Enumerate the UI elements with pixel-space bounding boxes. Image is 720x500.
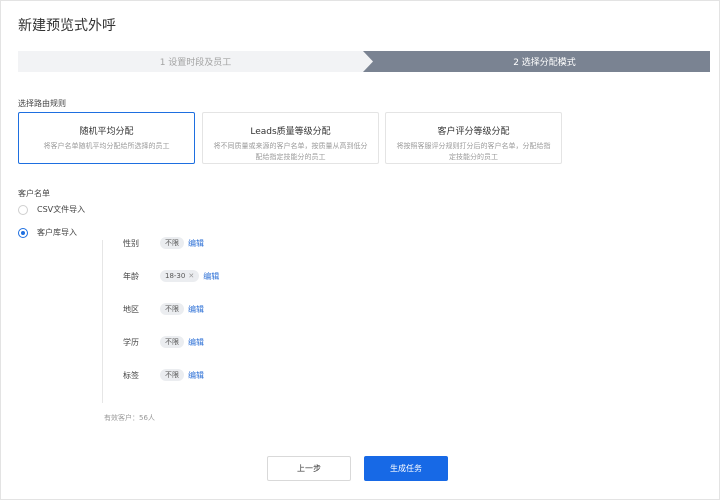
radio-button[interactable] <box>18 204 28 215</box>
filter-row-tags: 标签 不限 编辑 <box>123 369 204 381</box>
filter-tag-text: 18-30 <box>165 272 186 280</box>
routing-label: 选择路由规则 <box>18 99 66 108</box>
route-option-title: 客户评分等级分配 <box>437 127 510 137</box>
route-option-score[interactable]: 客户评分等级分配 将按照客服评分规则打分后的客户名单，分配给指定技能分的员工 <box>385 112 562 164</box>
prev-button[interactable]: 上一步 <box>267 456 351 481</box>
generate-task-button[interactable]: 生成任务 <box>364 456 448 481</box>
step-2[interactable]: 2 选择分配模式 <box>363 51 710 72</box>
filter-key: 标签 <box>123 370 139 380</box>
filter-row-education: 学历 不限 编辑 <box>123 336 204 348</box>
edit-link[interactable]: 编辑 <box>188 337 204 348</box>
radio-button[interactable] <box>18 227 28 238</box>
filter-tag-text: 不限 <box>165 338 179 346</box>
filter-row-region: 地区 不限 编辑 <box>123 303 204 315</box>
filter-tag: 不限 <box>160 336 184 348</box>
filter-key: 地区 <box>123 304 139 314</box>
dialog-frame: 新建预览式外呼 1 设置时段及员工 2 选择分配模式 选择路由规则 随机平均分配… <box>0 0 720 500</box>
filter-key: 年龄 <box>123 271 139 281</box>
step-1[interactable]: 1 设置时段及员工 <box>18 51 373 72</box>
route-option-leads[interactable]: Leads质量等级分配 将不同质量或来源的客户名单，按质量从高到低分配给指定技能… <box>202 112 379 164</box>
filter-tag-text: 不限 <box>165 239 179 247</box>
filter-key: 性别 <box>123 238 139 248</box>
step-indicator: 1 设置时段及员工 2 选择分配模式 <box>18 51 710 72</box>
route-option-random[interactable]: 随机平均分配 将客户名单随机平均分配给所选择的员工 <box>18 112 195 164</box>
filter-divider <box>102 240 103 403</box>
valid-customer-count: 有效客户：56人 <box>104 414 155 422</box>
close-icon[interactable]: ✕ <box>188 272 194 280</box>
filter-tag: 18-30 ✕ <box>160 270 200 282</box>
filter-tag: 不限 <box>160 369 184 381</box>
route-option-desc: 将客户名单随机平均分配给所选择的员工 <box>43 142 170 150</box>
source-csv[interactable]: CSV文件导入 <box>18 204 85 215</box>
route-option-desc: 将按照客服评分规则打分后的客户名单，分配给指定技能分的员工 <box>396 142 551 161</box>
route-option-desc: 将不同质量或来源的客户名单，按质量从高到低分配给指定技能分的员工 <box>213 142 368 161</box>
filter-row-gender: 性别 不限 编辑 <box>123 237 204 249</box>
customer-list-label: 客户名单 <box>18 189 50 198</box>
source-customer-db[interactable]: 客户库导入 <box>18 227 77 238</box>
edit-link[interactable]: 编辑 <box>203 271 219 282</box>
filter-row-age: 年龄 18-30 ✕ 编辑 <box>123 270 219 282</box>
route-option-title: 随机平均分配 <box>79 127 134 137</box>
source-csv-label: CSV文件导入 <box>37 205 86 214</box>
page-title: 新建预览式外呼 <box>18 18 116 34</box>
filter-key: 学历 <box>123 337 139 347</box>
edit-link[interactable]: 编辑 <box>188 304 204 315</box>
filter-tag: 不限 <box>160 303 184 315</box>
filter-tag: 不限 <box>160 237 184 249</box>
edit-link[interactable]: 编辑 <box>188 370 204 381</box>
source-customer-db-label: 客户库导入 <box>37 228 77 237</box>
filter-tag-text: 不限 <box>165 371 179 379</box>
route-option-title: Leads质量等级分配 <box>250 127 331 137</box>
filter-tag-text: 不限 <box>165 305 179 313</box>
edit-link[interactable]: 编辑 <box>188 238 204 249</box>
